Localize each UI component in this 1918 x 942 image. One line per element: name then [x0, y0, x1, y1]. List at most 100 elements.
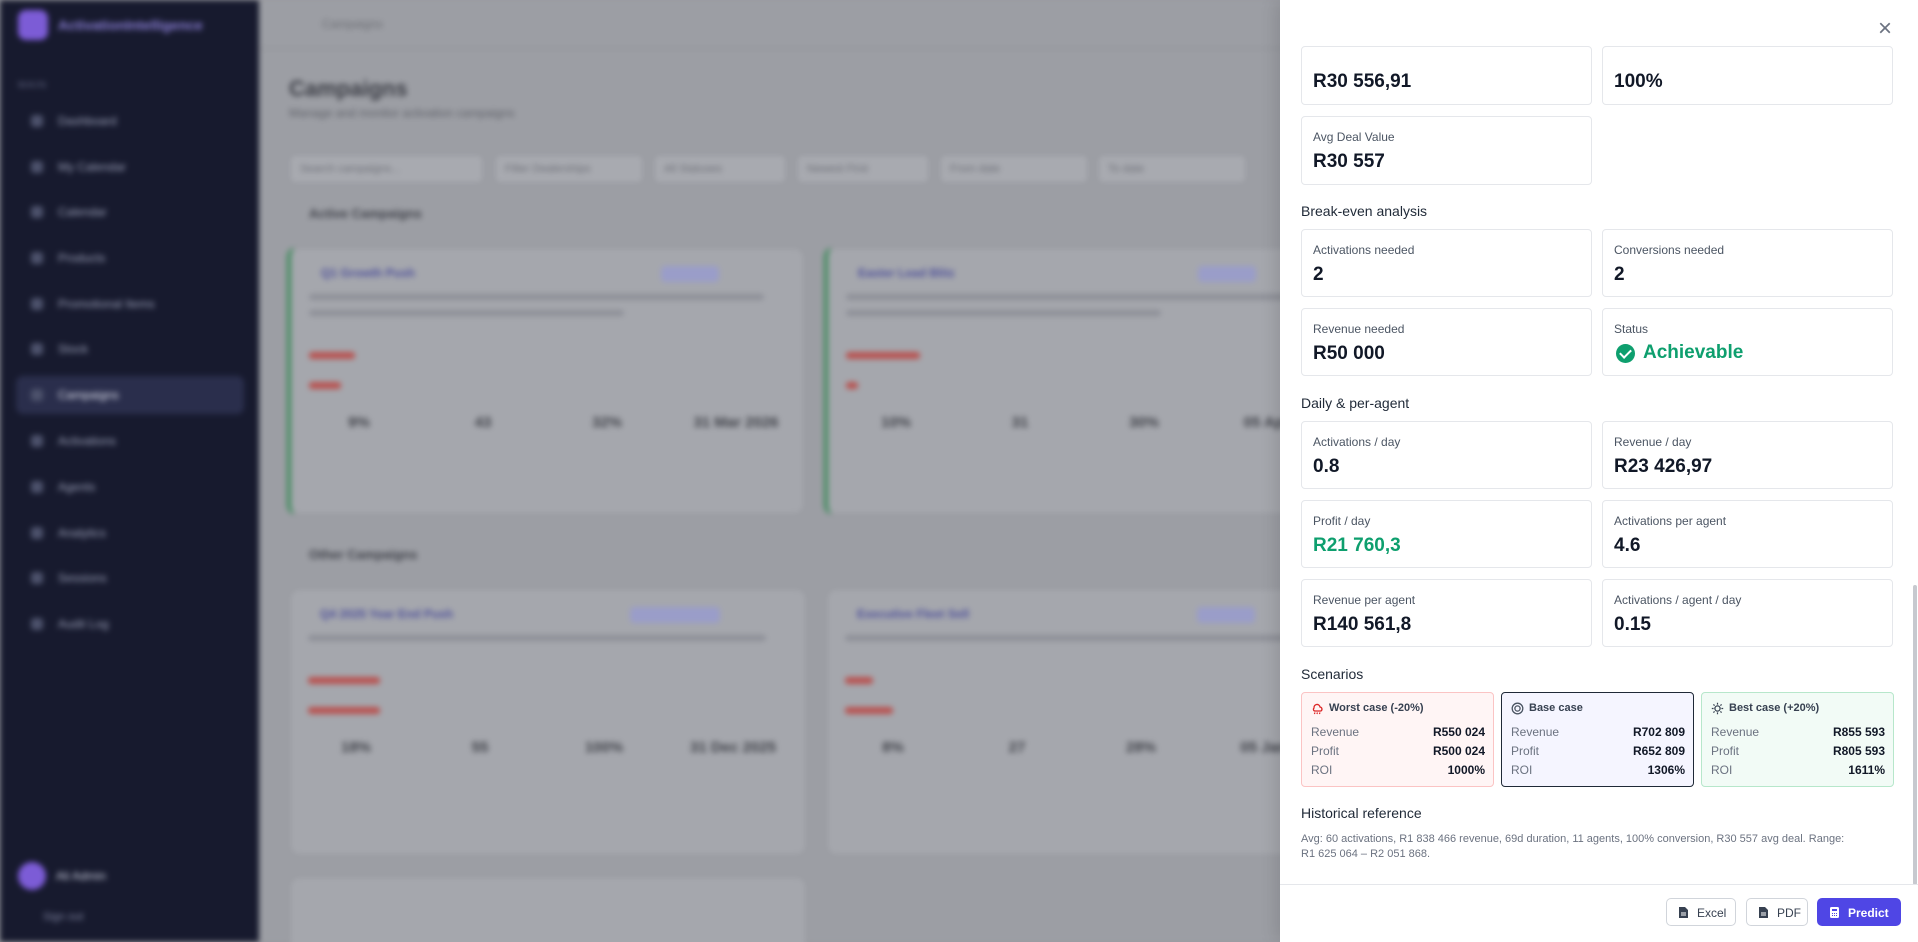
- historical-summary: Avg: 60 activations, R1 838 466 revenue,…: [1301, 833, 1845, 860]
- sidebar-item-calendar[interactable]: Calendar: [16, 193, 244, 231]
- status-card: Status Achievable: [1602, 308, 1893, 376]
- metric-value: 0.8: [1313, 456, 1340, 477]
- campaign-title[interactable]: Easter Lead Blitz: [858, 266, 955, 280]
- campaign-title[interactable]: Q4 2025 Year End Push: [320, 607, 453, 621]
- metric-label: Activations / day: [1313, 435, 1401, 449]
- target-icon: [1511, 702, 1524, 715]
- progress-bar: [845, 677, 873, 684]
- page-subtitle: Manage and monitor activation campaigns: [289, 106, 515, 120]
- scenario-roi-row: ROI 1000%: [1311, 763, 1485, 777]
- scenario-profit: R805 593: [1832, 744, 1885, 758]
- metric-card: R30 556,91: [1301, 46, 1592, 105]
- sun-icon: [1711, 702, 1724, 715]
- metric-value: R30 556,91: [1313, 71, 1412, 92]
- campaign-description: [846, 310, 1161, 316]
- revenue-day-card: Revenue / day R23 426,97: [1602, 421, 1893, 489]
- cloud-rain-icon: [1312, 703, 1323, 715]
- sidebar-item-sessions[interactable]: Sessions: [16, 559, 244, 597]
- sidebar-item-agents[interactable]: Agents: [16, 468, 244, 506]
- campaign-card[interactable]: [289, 876, 807, 942]
- metric-label: Revenue needed: [1313, 322, 1405, 336]
- export-pdf-button[interactable]: PDF: [1746, 898, 1808, 926]
- export-excel-button[interactable]: Excel: [1666, 898, 1736, 926]
- check-circle-icon: [1616, 344, 1635, 363]
- status-badge: [1198, 266, 1256, 282]
- activations-day-card: Activations / day 0.8: [1301, 421, 1592, 489]
- sidebar-item-campaigns[interactable]: Campaigns: [16, 376, 244, 414]
- metric-label: Revenue / day: [1614, 435, 1692, 449]
- base-case-card[interactable]: Base case Revenue R702 809 Profit R652 809…: [1501, 692, 1694, 787]
- campaign-stat: 43: [474, 414, 492, 431]
- metric-label: Conversions needed: [1614, 243, 1725, 257]
- metric-value: R21 760,3: [1313, 535, 1401, 556]
- calculator-icon: [1830, 907, 1839, 918]
- scenario-revenue: R702 809: [1632, 725, 1685, 739]
- activations-agent-card: Activations per agent 4.6: [1602, 500, 1893, 568]
- status-filter[interactable]: All Statuses: [653, 154, 787, 184]
- campaign-stat: 55: [471, 739, 489, 756]
- sidebar-item-promotional-items[interactable]: Promotional Items: [16, 285, 244, 323]
- campaign-stat: 8%: [882, 739, 904, 756]
- file-icon: [1759, 907, 1768, 918]
- campaign-stat: 28%: [1125, 739, 1157, 756]
- close-icon[interactable]: ×: [1870, 15, 1900, 45]
- campaign-card[interactable]: Easter Lead Blitz 10% 31 30% 05 Apr 2: [824, 247, 1342, 515]
- metric-value: R23 426,97: [1614, 456, 1713, 477]
- sidebar-item-stock[interactable]: Stock: [16, 330, 244, 368]
- campaign-description: [309, 294, 764, 300]
- file-icon: [1679, 907, 1688, 918]
- status-value: Achievable: [1643, 342, 1744, 363]
- status-badge: [630, 607, 720, 623]
- logout-link[interactable]: Sign out: [18, 911, 83, 923]
- campaign-description: [845, 635, 1303, 641]
- user-profile[interactable]: Ali Admin: [16, 858, 244, 894]
- revenue-agent-card: Revenue per agent R140 561,8: [1301, 579, 1592, 647]
- metric-label: Status: [1614, 322, 1649, 336]
- scenario-profit-row: Profit R500 024: [1311, 744, 1485, 758]
- progress-bar: [846, 352, 920, 359]
- sidebar-item-my-calendar[interactable]: My Calendar: [16, 148, 244, 186]
- scenario-profit: R500 024: [1432, 744, 1485, 758]
- predict-button[interactable]: Predict: [1817, 898, 1901, 926]
- scenario-profit-row: Profit R805 593: [1711, 744, 1885, 758]
- drawer-scrollbar[interactable]: [1913, 585, 1917, 885]
- sidebar-item-analytics[interactable]: Analytics: [16, 514, 244, 552]
- metric-label: Profit / day: [1313, 514, 1371, 528]
- metric-card: 100%: [1602, 46, 1893, 105]
- revenue-needed-card: Revenue needed R50 000: [1301, 308, 1592, 376]
- campaign-card[interactable]: Q1 Growth Push 9% 43 32% 31 Mar 2026: [287, 247, 805, 515]
- search-input[interactable]: Search campaigns...: [289, 154, 484, 184]
- campaign-card[interactable]: Executive Fleet Sell 8% 27 28% 05 Jan 2: [826, 588, 1344, 856]
- campaign-title[interactable]: Executive Fleet Sell: [857, 607, 969, 621]
- best-case-card[interactable]: Best case (+20%) Revenue R855 593 Profit R…: [1701, 692, 1894, 787]
- campaign-stat: 32%: [591, 414, 623, 431]
- conversions-needed-card: Conversions needed 2: [1602, 229, 1893, 297]
- campaign-stat: 31 Dec 2025: [690, 739, 776, 756]
- worst-case-card[interactable]: Worst case (-20%) Revenue R550 024 Profit…: [1301, 692, 1494, 787]
- sidebar-item-dashboard[interactable]: Dashboard: [16, 102, 244, 140]
- active-campaigns-heading[interactable]: Active Campaigns: [289, 206, 422, 221]
- sidebar-item-audit-log[interactable]: Audit Log: [16, 605, 244, 643]
- from-date-input[interactable]: From date: [939, 154, 1089, 184]
- other-campaigns-heading[interactable]: Other Campaigns: [289, 547, 417, 562]
- scenario-roi-row: ROI 1611%: [1711, 763, 1885, 777]
- campaign-stat: 30%: [1128, 414, 1160, 431]
- break-even-heading: Break-even analysis: [1301, 203, 1428, 219]
- activations-agent-day-card: Activations / agent / day 0.15: [1602, 579, 1893, 647]
- progress-bar: [309, 382, 341, 389]
- campaign-title[interactable]: Q1 Growth Push: [321, 266, 415, 280]
- scenario-profit: R652 809: [1632, 744, 1685, 758]
- campaign-stat: 31 Mar 2026: [693, 414, 779, 431]
- to-date-input[interactable]: To date: [1097, 154, 1247, 184]
- sort-select[interactable]: Newest First: [796, 154, 930, 184]
- sidebar-item-activations[interactable]: Activations: [16, 422, 244, 460]
- sidebar: ActivationIntelligence MAIN Dashboard My…: [0, 0, 259, 942]
- dealership-filter[interactable]: Filter Dealerships: [494, 154, 644, 184]
- scenario-roi: 1306%: [1647, 763, 1685, 777]
- scenario-profit-row: Profit R652 809: [1511, 744, 1685, 758]
- sidebar-item-products[interactable]: Products: [16, 239, 244, 277]
- campaign-stat: 100%: [584, 739, 624, 756]
- progress-bar: [846, 382, 858, 389]
- campaign-card[interactable]: Q4 2025 Year End Push 18% 55 100% 31 Dec…: [289, 588, 807, 856]
- metric-value: R50 000: [1313, 343, 1385, 364]
